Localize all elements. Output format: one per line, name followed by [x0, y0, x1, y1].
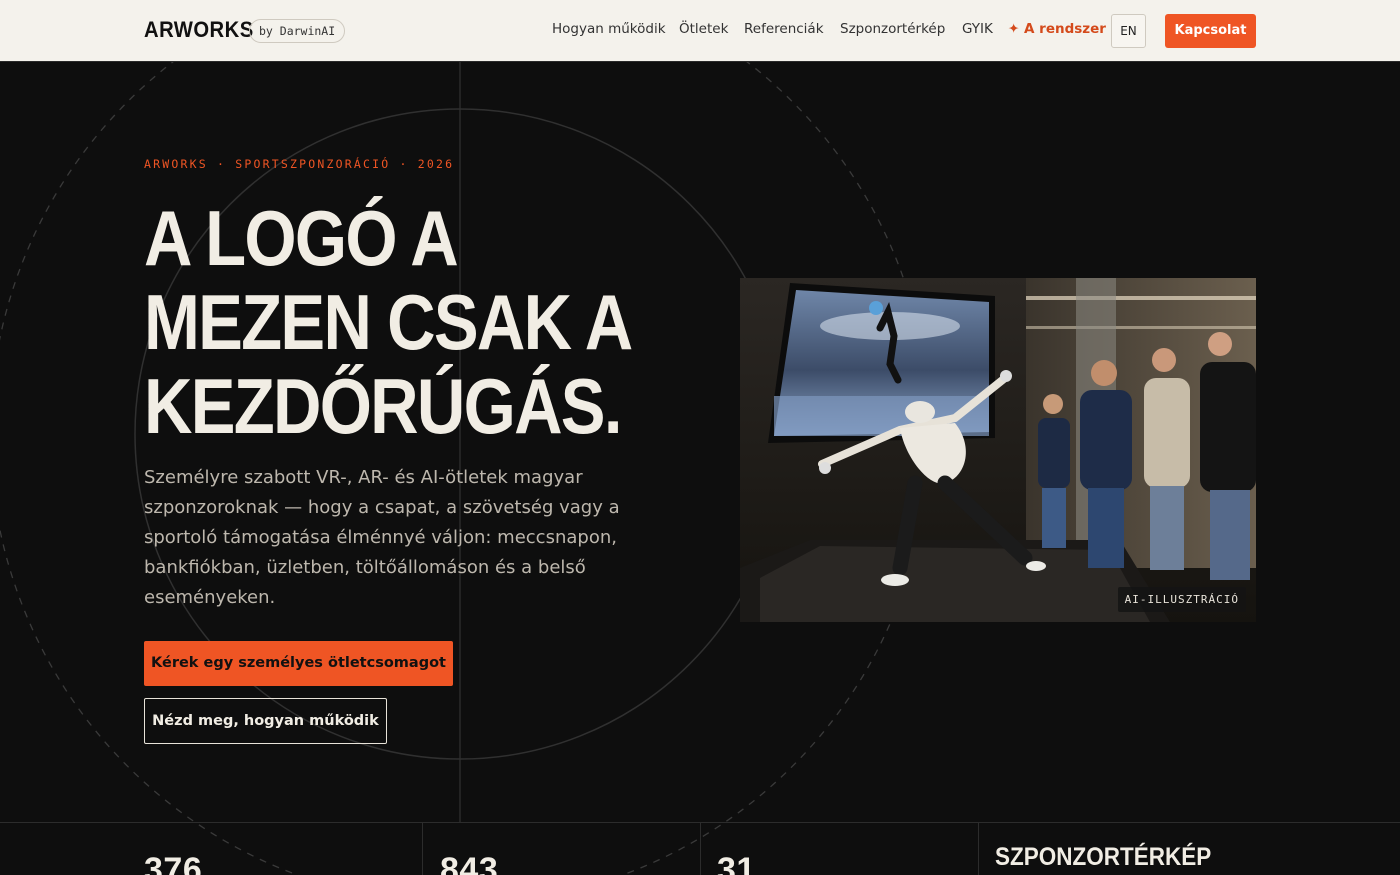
brand-byline-badge: by DarwinAI — [249, 19, 346, 43]
stat-value-3: 31 — [717, 851, 756, 875]
hero-headline: A LOGÓ A MEZEN CSAK A KEZDŐRÚGÁS. — [144, 196, 764, 448]
vr-scene-illustration — [740, 278, 1256, 622]
contact-button[interactable]: Kapcsolat — [1165, 14, 1256, 48]
hero-eyebrow: ARWORKS · SPORTSZPONZORÁCIÓ · 2026 — [144, 157, 455, 171]
headline-line-2: MEZEN CSAK A — [144, 278, 633, 366]
stat-value-2: 843 — [440, 851, 499, 875]
nav-link-references[interactable]: Referenciák — [744, 21, 824, 37]
stat-divider — [978, 823, 979, 875]
see-how-it-works-button[interactable]: Nézd meg, hogyan működik — [144, 698, 387, 744]
stat-divider — [700, 823, 701, 875]
hero-lead-paragraph: Személyre szabott VR-, AR- és AI-ötletek… — [144, 467, 620, 608]
nav-link-sponsor-map[interactable]: Szponzortérkép — [840, 21, 945, 37]
sponsor-map-title: SZPONZORTÉRKÉP — [995, 843, 1212, 871]
nav-link-how-it-works[interactable]: Hogyan működik — [552, 21, 666, 37]
request-idea-package-button[interactable]: Kérek egy személyes ötletcsomagot — [144, 641, 453, 686]
headline-line-1: A LOGÓ A — [144, 194, 459, 282]
stats-strip: 376 843 31 SZPONZORTÉRKÉP — [0, 822, 1400, 875]
nav-link-the-system[interactable]: ✦ A rendszer — [1008, 21, 1106, 37]
ai-illustration-badge: AI-ILLUSZTRÁCIÓ — [1117, 587, 1246, 612]
stat-value-1: 376 — [144, 851, 203, 875]
hero-vr-illustration: AI-ILLUSZTRÁCIÓ — [740, 278, 1256, 622]
brand-logo[interactable]: ARWORKS — [144, 17, 254, 43]
headline-line-3: KEZDŐRÚGÁS. — [144, 362, 622, 450]
nav-link-ideas[interactable]: Ötletek — [679, 21, 728, 37]
stat-divider — [422, 823, 423, 875]
nav-link-faq[interactable]: GYIK — [962, 21, 993, 37]
language-toggle[interactable]: EN — [1111, 14, 1146, 48]
top-navigation: ARWORKS by DarwinAI Hogyan működik Ötlet… — [0, 0, 1400, 62]
